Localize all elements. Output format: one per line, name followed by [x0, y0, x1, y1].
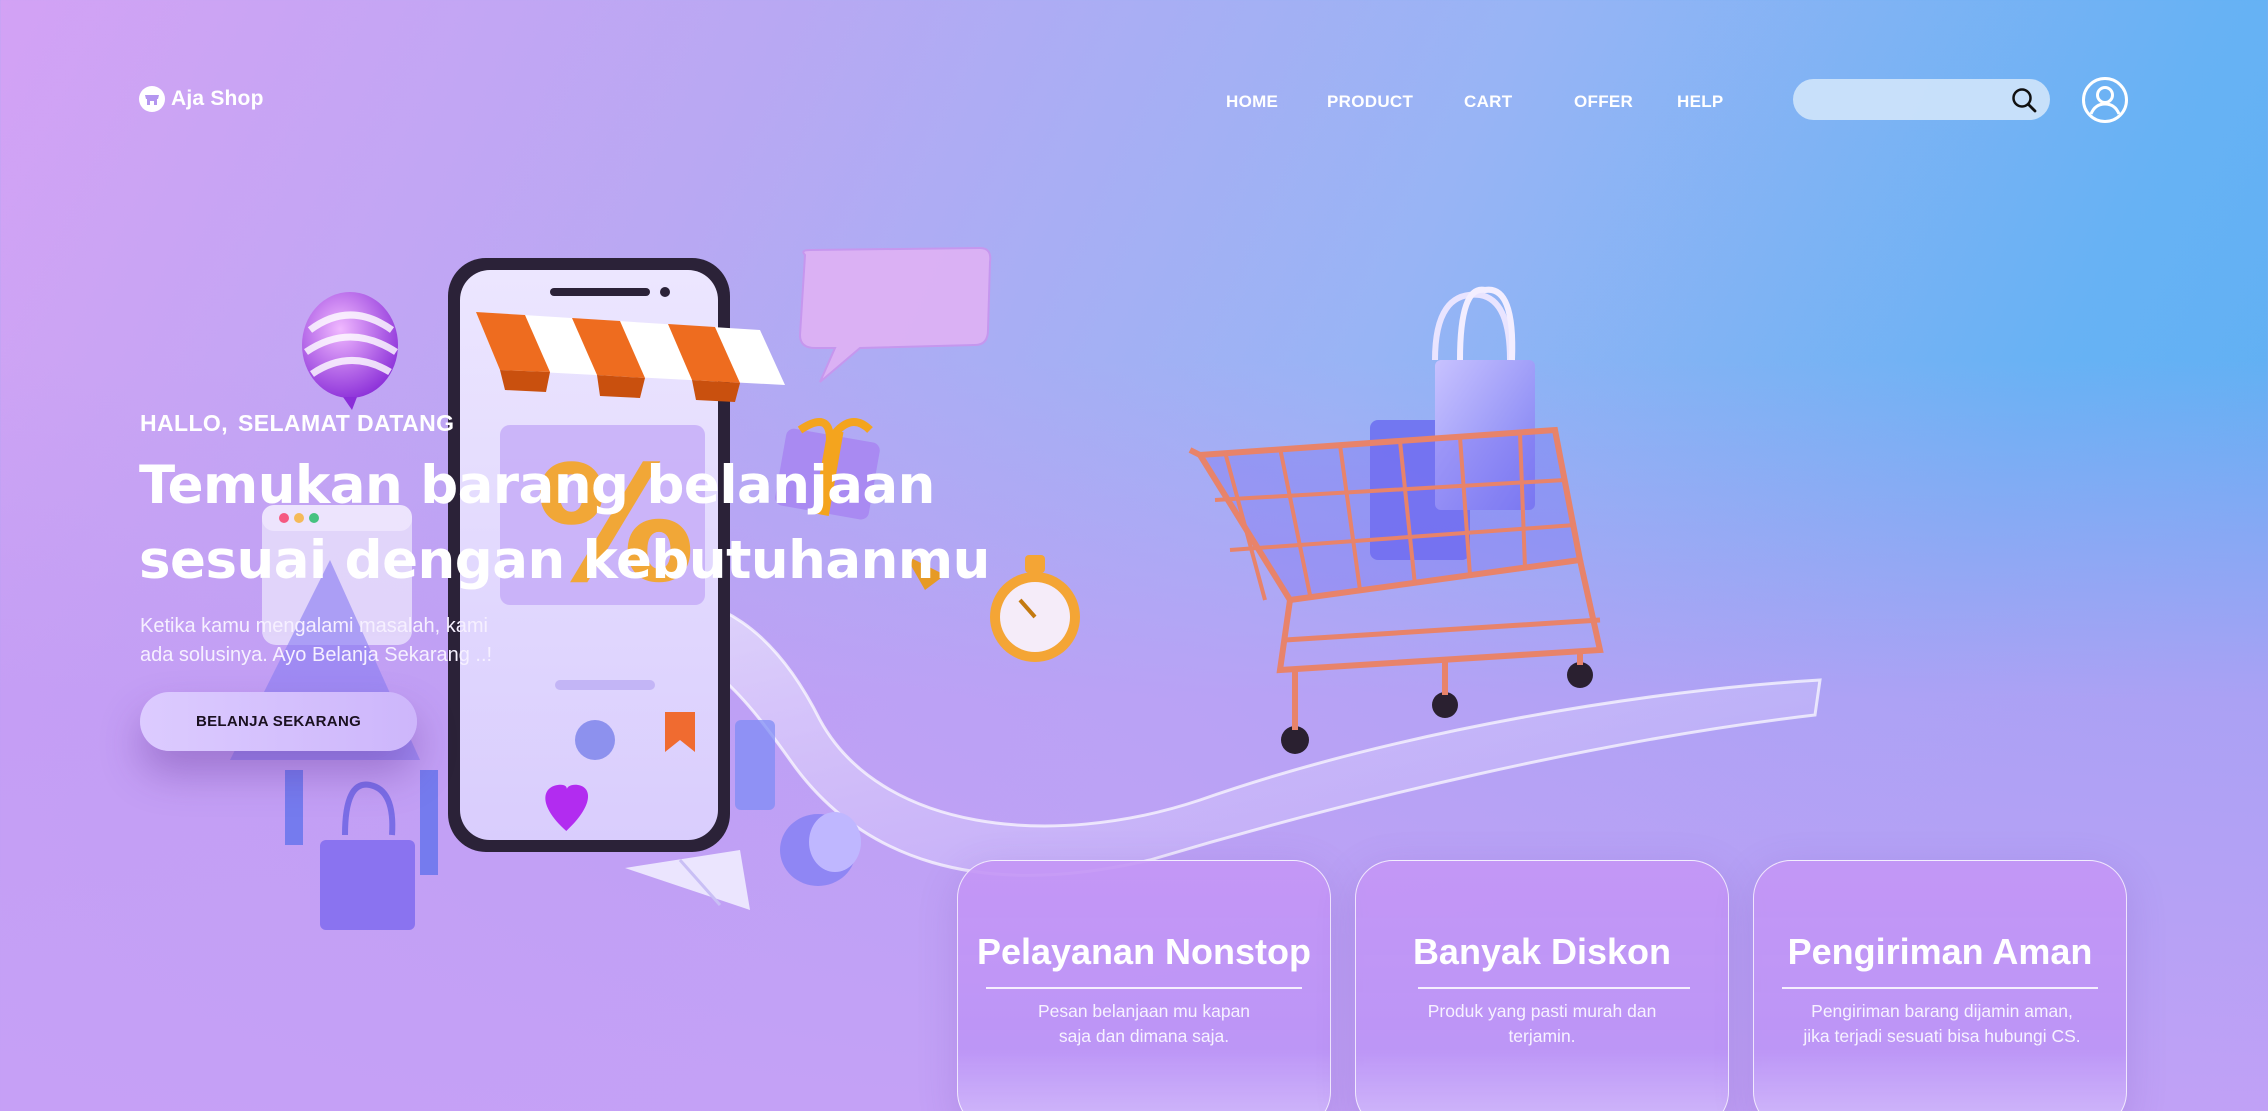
- hero-description-line-2: ada solusinya. Ayo Belanja Sekarang ..!: [140, 644, 493, 666]
- shop-icon: [139, 86, 165, 112]
- brand-name: Aja Shop: [171, 87, 264, 110]
- feature-card-desc-line: terjamin.: [1508, 1026, 1576, 1046]
- hero-title: Temukan barang belanjaan sesuai dengan k…: [139, 448, 1039, 598]
- paper-plane-icon: [625, 850, 750, 910]
- user-profile-icon[interactable]: [2081, 76, 2129, 124]
- feature-card-desc-line: Pengiriman barang dijamin aman,: [1811, 1001, 2073, 1021]
- nav-item-product[interactable]: PRODUCT: [1327, 92, 1413, 112]
- hero-description: Ketika kamu mengalami masalah, kami ada …: [140, 612, 560, 670]
- hero-title-line-2: sesuai dengan kebutuhanmu: [139, 530, 990, 591]
- feature-card-shipping[interactable]: Pengiriman Aman Pengiriman barang dijami…: [1753, 860, 2127, 1111]
- feature-card-desc-line: Produk yang pasti murah dan: [1427, 1001, 1657, 1021]
- feature-card-divider: [1418, 987, 1690, 989]
- feature-card-desc: Pengiriman barang dijamin aman, jika ter…: [1768, 999, 2116, 1049]
- main-nav: HOME PRODUCT CART OFFER HELP: [1200, 92, 1760, 116]
- feature-card-discount[interactable]: Banyak Diskon Produk yang pasti murah da…: [1355, 860, 1729, 1111]
- shopping-bag-icon: [320, 781, 415, 930]
- speech-bubble-icon: [798, 246, 992, 383]
- feature-card-desc: Pesan belanjaan mu kapan saja dan dimana…: [978, 999, 1310, 1049]
- bookmark-icon: [665, 712, 695, 752]
- shop-now-button[interactable]: BELANJA SEKARANG: [140, 692, 417, 751]
- feature-card-divider: [986, 987, 1302, 989]
- glass-ribbon: [618, 594, 1822, 877]
- feature-card-desc-line: Pesan belanjaan mu kapan: [1037, 1001, 1251, 1021]
- feature-card-divider: [1782, 987, 2098, 989]
- search-icon[interactable]: [2010, 86, 2038, 114]
- awning-icon: [476, 312, 785, 402]
- nav-item-offer[interactable]: OFFER: [1574, 92, 1633, 112]
- navbar: Aja Shop HOME PRODUCT CART OFFER HELP: [0, 0, 2268, 200]
- hero-title-line-1: Temukan barang belanjaan: [139, 455, 935, 516]
- feature-card-nonstop[interactable]: Pelayanan Nonstop Pesan belanjaan mu kap…: [957, 860, 1331, 1111]
- feature-card-title: Pengiriman Aman: [1787, 931, 2093, 972]
- feature-card-desc: Produk yang pasti murah dan terjamin.: [1376, 999, 1708, 1049]
- search-input[interactable]: [1809, 87, 1989, 112]
- feature-card-desc-line: saja dan dimana saja.: [1058, 1026, 1230, 1046]
- greeting-welcome: SELAMAT DATANG: [238, 410, 455, 436]
- hero-description-line-1: Ketika kamu mengalami masalah, kami: [140, 615, 488, 637]
- heart-icon: [545, 784, 589, 831]
- shopping-cart-icon: [1188, 286, 1604, 754]
- feature-card-desc-line: jika terjadi sesuati bisa hubungi CS.: [1803, 1026, 2081, 1046]
- nav-item-home[interactable]: HOME: [1226, 92, 1278, 112]
- balloon-icon: [302, 292, 398, 410]
- search-bar: [1793, 79, 2050, 120]
- chat-bubble-icon: [575, 720, 615, 760]
- hero-greeting: HALLO, SELAMAT DATANG: [140, 410, 464, 437]
- greeting-hallo: HALLO,: [140, 410, 228, 436]
- nav-item-help[interactable]: HELP: [1677, 92, 1724, 112]
- feature-card-title: Pelayanan Nonstop: [976, 931, 1312, 972]
- feature-card-title: Banyak Diskon: [1412, 931, 1672, 972]
- coin-icon: [780, 812, 861, 886]
- nav-item-cart[interactable]: CART: [1464, 92, 1512, 112]
- brand-logo[interactable]: Aja Shop: [139, 86, 264, 112]
